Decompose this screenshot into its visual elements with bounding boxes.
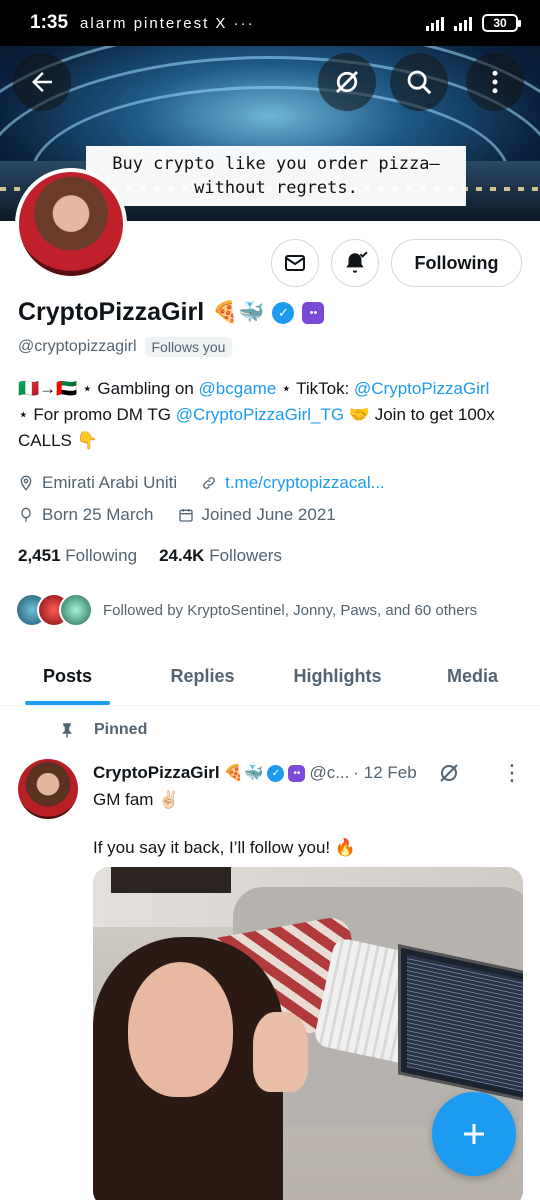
bio-text: 🇮🇹→🇦🇪 ⋆ Gambling on xyxy=(18,379,199,398)
tweet-text-line: If you say it back, I’ll follow you! 🔥 xyxy=(93,838,357,857)
notification-icons: alarm pinterest X ··· xyxy=(80,14,255,32)
search-button[interactable] xyxy=(390,53,448,111)
grok-button[interactable] xyxy=(318,53,376,111)
pin-icon xyxy=(62,723,72,738)
verified-badge-icon: ✓ xyxy=(267,764,285,782)
bio-link-tiktok[interactable]: @CryptoPizzaGirl xyxy=(354,379,489,398)
pinned-indicator: Pinned xyxy=(58,720,147,740)
follow-counts: 2,451 Following 24.4K Followers xyxy=(18,546,282,566)
message-button[interactable] xyxy=(271,239,319,287)
author-emojis: 🍕🐳 xyxy=(223,765,264,782)
follows-you-badge: Follows you xyxy=(144,337,233,357)
plus-icon xyxy=(464,1124,484,1144)
verified-badge-icon: ✓ xyxy=(272,301,295,324)
tweet-date[interactable]: · 12 Feb xyxy=(353,763,416,783)
avatar xyxy=(59,593,93,627)
more-options-button[interactable] xyxy=(466,53,524,111)
profile-avatar[interactable] xyxy=(15,168,127,280)
affiliate-badge-icon: •• xyxy=(302,301,325,324)
battery-icon: 30 xyxy=(482,14,521,32)
location-text: Emirati Arabi Uniti xyxy=(42,473,178,492)
tab-replies[interactable]: Replies xyxy=(135,648,270,705)
bell-check-icon xyxy=(346,251,368,273)
compose-button[interactable] xyxy=(432,1092,516,1176)
profile-name: CryptoPizzaGirl xyxy=(18,298,205,326)
bio-link-telegram[interactable]: @CryptoPizzaGirl_TG xyxy=(176,405,344,424)
followers-count-link[interactable]: 24.4K Followers xyxy=(159,546,282,566)
tab-highlights[interactable]: Highlights xyxy=(270,648,405,705)
tweet-author-handle: @c... xyxy=(309,763,350,782)
signal-icon xyxy=(426,15,444,31)
website-link[interactable]: t.me/cryptopizzacal... xyxy=(225,473,385,493)
tab-media[interactable]: Media xyxy=(405,648,540,705)
followers-label: Followers xyxy=(209,546,282,565)
notifications-button[interactable] xyxy=(331,239,379,287)
tweet-author-avatar[interactable] xyxy=(18,759,78,819)
search-icon xyxy=(407,70,432,95)
tweet-header: CryptoPizzaGirl 🍕🐳 ✓ •• @c... · 12 Feb ⋮ xyxy=(93,760,523,786)
name-emojis: 🍕🐳 xyxy=(212,300,265,324)
profile-name-row: CryptoPizzaGirl 🍕🐳 ✓ •• xyxy=(18,298,325,327)
followers-count: 24.4K xyxy=(159,546,205,565)
back-button[interactable] xyxy=(13,53,71,111)
website[interactable]: t.me/cryptopizzacal... xyxy=(201,473,385,493)
balloon-icon xyxy=(21,507,31,522)
bio-link-bcgame[interactable]: @bcgame xyxy=(199,379,277,398)
birthday: Born 25 March xyxy=(18,505,154,525)
signal-icon-2 xyxy=(454,15,472,31)
joined-text: Joined June 2021 xyxy=(201,505,336,524)
status-bar: 1:35 alarm pinterest X ··· 30 xyxy=(0,0,540,46)
following-label: Following xyxy=(65,546,138,565)
location-pin-icon xyxy=(20,475,32,491)
calendar-icon xyxy=(178,509,193,522)
arrow-left-icon xyxy=(32,72,52,92)
followed-by-text: Followed by KryptoSentinel, Jonny, Paws,… xyxy=(103,601,478,619)
following-count-link[interactable]: 2,451 Following xyxy=(18,546,137,566)
meta-row-2: Born 25 March Joined June 2021 xyxy=(18,505,336,525)
more-vertical-icon xyxy=(492,70,498,94)
grok-icon xyxy=(336,71,358,93)
bio-text: ⋆ For promo DM TG xyxy=(18,405,176,424)
joined-date: Joined June 2021 xyxy=(178,505,336,525)
born-text: Born 25 March xyxy=(42,505,154,524)
profile-tabs: Posts Replies Highlights Media xyxy=(0,648,540,706)
follower-avatars xyxy=(15,593,93,627)
link-icon xyxy=(203,477,216,489)
location: Emirati Arabi Uniti xyxy=(18,473,177,493)
status-time: 1:35 xyxy=(30,12,69,33)
tab-posts[interactable]: Posts xyxy=(0,648,135,705)
meta-row-1: Emirati Arabi Uniti t.me/cryptopizzacal.… xyxy=(18,473,385,493)
mail-icon xyxy=(285,255,305,271)
handle-row: @cryptopizzagirl Follows you xyxy=(18,337,233,357)
grok-icon[interactable] xyxy=(437,761,461,785)
profile-bio: 🇮🇹→🇦🇪 ⋆ Gambling on @bcgame ⋆ TikTok: @C… xyxy=(18,376,523,454)
profile-handle: @cryptopizzagirl xyxy=(18,338,137,355)
bio-text: ⋆ TikTok: xyxy=(276,379,355,398)
tweet-text-line: GM fam ✌🏻 xyxy=(93,790,180,809)
tweet-more-icon[interactable]: ⋮ xyxy=(501,760,523,786)
pinned-label: Pinned xyxy=(94,721,148,738)
affiliate-badge-icon: •• xyxy=(288,764,306,782)
tweet-author-name[interactable]: CryptoPizzaGirl xyxy=(93,763,220,783)
following-count: 2,451 xyxy=(18,546,61,565)
following-button[interactable]: Following xyxy=(391,239,522,287)
banner-caption: Buy crypto like you order pizza—without … xyxy=(86,146,466,206)
followed-by-row[interactable]: Followed by KryptoSentinel, Jonny, Paws,… xyxy=(15,593,477,627)
